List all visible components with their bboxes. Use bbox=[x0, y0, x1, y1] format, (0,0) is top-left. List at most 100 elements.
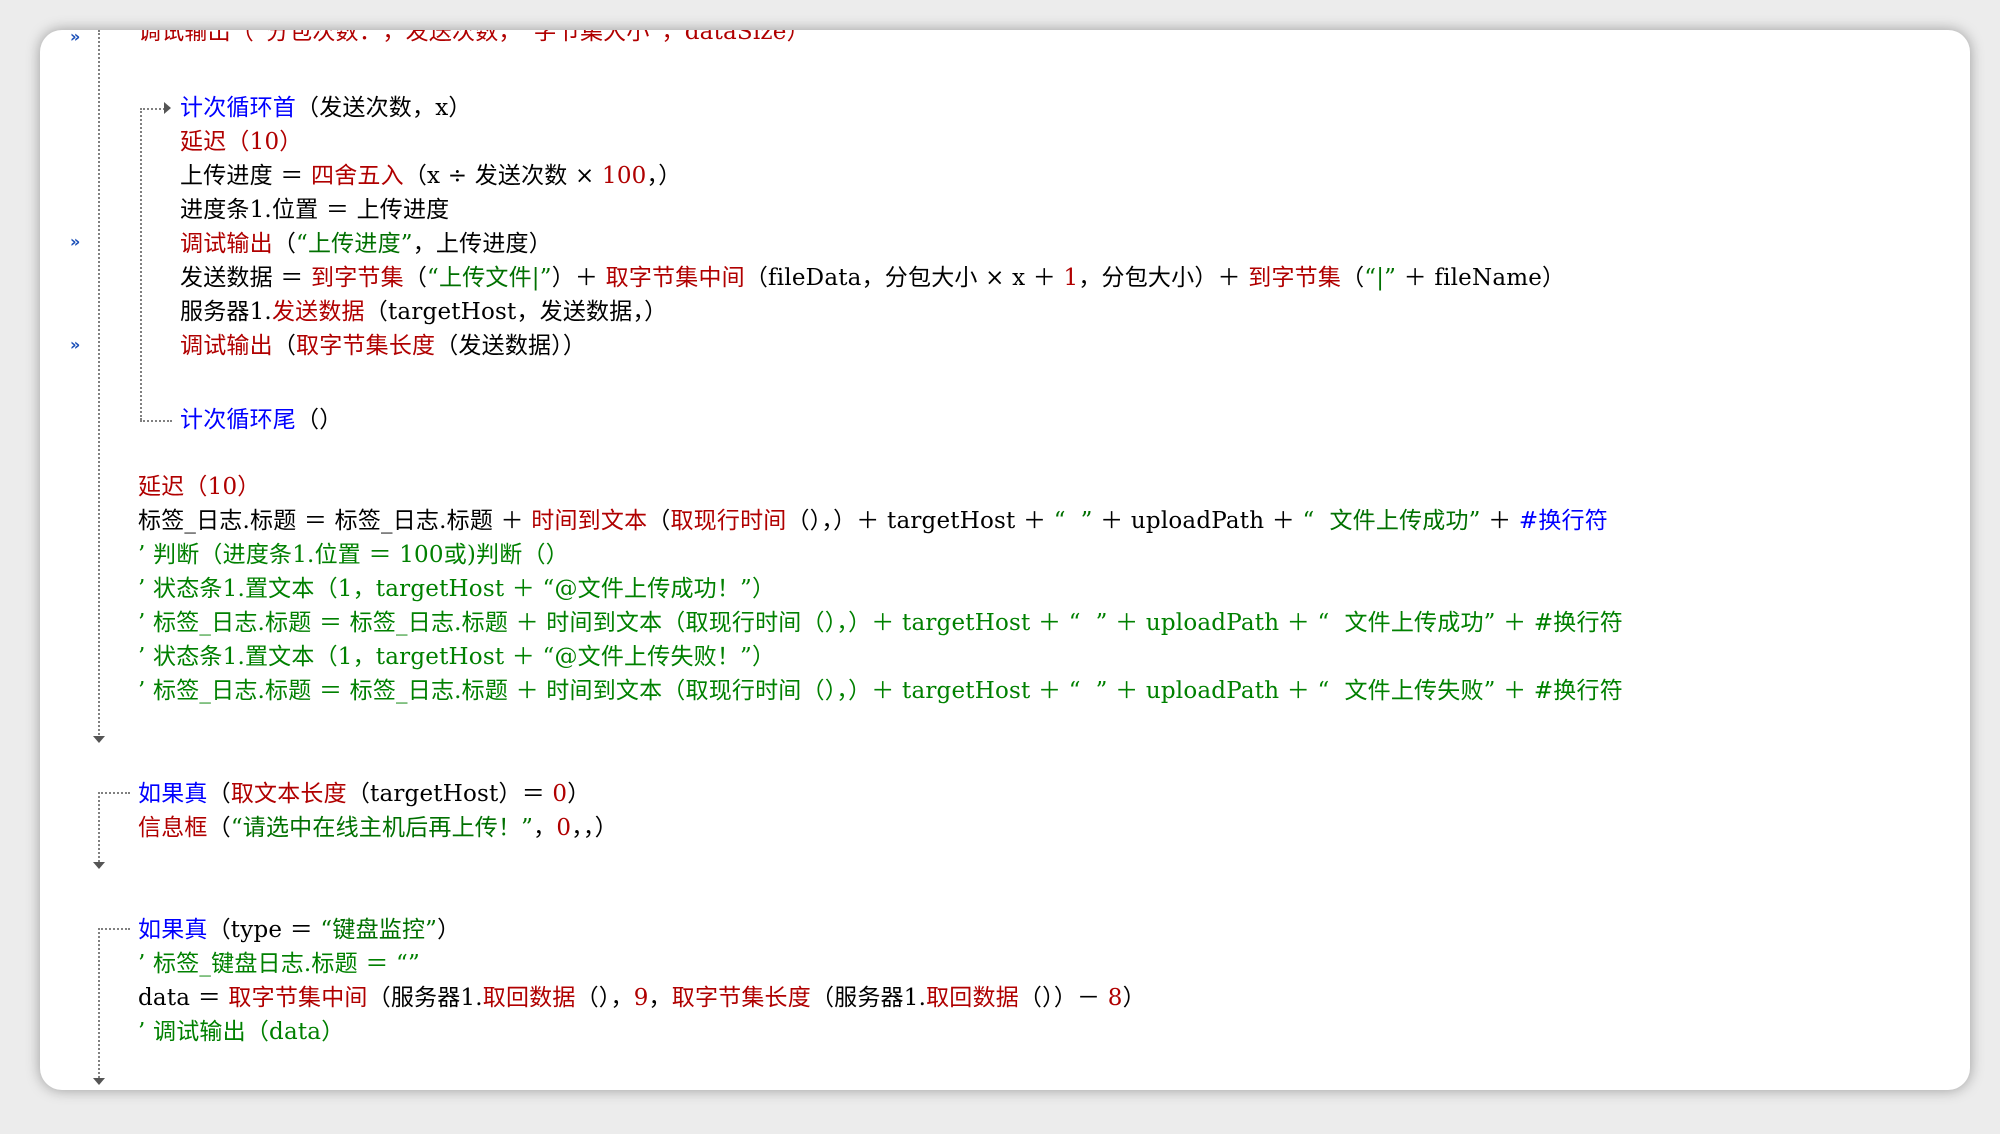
code-token: 计次循环尾 bbox=[180, 407, 296, 433]
code-token: data ＝ bbox=[138, 985, 229, 1011]
code-token: ） bbox=[1122, 985, 1146, 1011]
code-token: 取字节集长度 bbox=[296, 333, 436, 359]
code-token: （ bbox=[647, 508, 671, 534]
code-token: ’ 调试输出（data） bbox=[138, 1019, 345, 1045]
code-line[interactable]: 信息框（“请选中在线主机后再上传！”，0，，） bbox=[138, 811, 618, 845]
code-token: 时间到文本 bbox=[531, 508, 648, 534]
if-block-guide-1 bbox=[98, 792, 100, 862]
code-token: 标签_日志.标题 ＝ 标签_日志.标题 ＋ bbox=[138, 508, 532, 534]
code-line[interactable]: 延迟（10） bbox=[138, 470, 260, 504]
outer-block-guide bbox=[98, 30, 100, 735]
code-token: ，分包大小）＋ bbox=[1078, 265, 1249, 291]
code-line[interactable]: ’ 状态条1.置文本（1，targetHost ＋ “@文件上传成功！”） bbox=[138, 572, 775, 606]
if-block-connector-2 bbox=[98, 928, 130, 930]
code-line[interactable]: ’ 标签_键盘日志.标题 ＝ “” bbox=[138, 947, 420, 981]
code-token: “键盘监控” bbox=[320, 917, 438, 943]
code-token: ） bbox=[437, 917, 461, 943]
loop-expand-arrow-icon bbox=[164, 102, 171, 114]
code-token: （发送数据）） bbox=[435, 333, 587, 359]
code-token: （服务器1. bbox=[367, 985, 483, 1011]
code-token: （ bbox=[207, 781, 231, 807]
code-token: “上传进度” bbox=[296, 231, 413, 257]
if-block-end-arrow-icon-2 bbox=[93, 1078, 105, 1085]
code-token: ＋ uploadPath ＋ bbox=[1092, 508, 1303, 534]
code-token: 四舍五入 bbox=[311, 163, 404, 189]
code-token: ’ 标签_日志.标题 ＝ 标签_日志.标题 ＋ 时间到文本（取现行时间（），）＋… bbox=[138, 678, 1623, 704]
code-token: ，，） bbox=[571, 815, 618, 841]
code-token: ，上传进度） bbox=[412, 231, 552, 257]
breakpoint-marker-icon[interactable]: » bbox=[70, 335, 80, 354]
code-line[interactable]: 调试输出（“上传进度”，上传进度） bbox=[180, 227, 552, 261]
breakpoint-marker-icon[interactable]: » bbox=[70, 232, 80, 251]
loop-block-guide bbox=[140, 108, 142, 420]
code-token: （10） bbox=[226, 129, 303, 155]
code-token: 发送数据 bbox=[271, 299, 365, 325]
if-block-end-arrow-icon-1 bbox=[93, 862, 105, 869]
code-token: 如果真 bbox=[138, 781, 208, 807]
code-token: ， bbox=[533, 815, 557, 841]
code-area[interactable]: » » » 调试输出（“分包次数：”，发送次数，“字节集大小”，dataSize… bbox=[40, 30, 1970, 1090]
code-token: 取回数据 bbox=[482, 985, 576, 1011]
code-token: ）＋ bbox=[551, 265, 606, 291]
code-token: 延迟 bbox=[138, 474, 185, 500]
code-token: （发送次数，x） bbox=[296, 95, 472, 121]
code-editor-window: » » » 调试输出（“分包次数：”，发送次数，“字节集大小”，dataSize… bbox=[40, 30, 1970, 1090]
code-token: （ bbox=[403, 265, 428, 291]
code-token: ’ 判断（进度条1.位置 ＝ 100或)判断（） bbox=[138, 542, 569, 568]
code-line[interactable]: ’ 判断（进度条1.位置 ＝ 100或)判断（） bbox=[138, 538, 569, 572]
code-line[interactable]: 标签_日志.标题 ＝ 标签_日志.标题 ＋ 时间到文本（取现行时间（），）＋ t… bbox=[138, 504, 1608, 538]
code-token: 调试输出 bbox=[180, 333, 273, 359]
code-token: （ bbox=[272, 333, 297, 359]
code-token: “ 文件上传成功” bbox=[1302, 508, 1481, 534]
code-line[interactable]: 调试输出（取字节集长度（发送数据）） bbox=[180, 329, 586, 363]
code-line[interactable]: 延迟（10） bbox=[180, 125, 302, 159]
code-token: （ bbox=[207, 815, 231, 841]
code-token: 调试输出（“分包次数：”，发送次数，“字节集大小”，dataSize） bbox=[138, 30, 810, 45]
code-token: 1 bbox=[1063, 265, 1079, 291]
code-line[interactable]: ’ 标签_日志.标题 ＝ 标签_日志.标题 ＋ 时间到文本（取现行时间（），）＋… bbox=[138, 674, 1623, 708]
code-token: （）， bbox=[575, 985, 634, 1011]
code-token: 取字节集中间 bbox=[605, 265, 745, 291]
code-token: （ bbox=[272, 231, 297, 257]
code-line[interactable]: ’ 标签_日志.标题 ＝ 标签_日志.标题 ＋ 时间到文本（取现行时间（），）＋… bbox=[138, 606, 1623, 640]
if-block-connector-1 bbox=[98, 792, 130, 794]
code-token: （10） bbox=[184, 474, 261, 500]
code-token: “|” bbox=[1364, 265, 1397, 291]
code-token: 延迟 bbox=[180, 129, 227, 155]
code-line[interactable]: 进度条1.位置 ＝ 上传进度 bbox=[180, 193, 449, 227]
code-token: （））－ bbox=[1018, 985, 1108, 1011]
code-token: （targetHost）＝ bbox=[346, 781, 553, 807]
code-line[interactable]: 如果真（type ＝ “键盘监控”） bbox=[138, 913, 460, 947]
code-token: ＋ fileName） bbox=[1396, 265, 1566, 291]
breakpoint-marker-icon[interactable]: » bbox=[70, 30, 80, 46]
code-token: 取字节集长度 bbox=[671, 985, 811, 1011]
code-token: ’ 标签_键盘日志.标题 ＝ “” bbox=[138, 951, 420, 977]
code-line[interactable]: 调试输出（“分包次数：”，发送次数，“字节集大小”，dataSize） bbox=[138, 30, 810, 49]
code-line[interactable]: 计次循环尾（） bbox=[180, 403, 342, 437]
code-token: （fileData，分包大小 × x ＋ bbox=[744, 265, 1064, 291]
code-token: 上传进度 ＝ bbox=[180, 163, 312, 189]
code-token: ’ 状态条1.置文本（1，targetHost ＋ “@文件上传成功！”） bbox=[138, 576, 776, 602]
code-token: 取字节集中间 bbox=[228, 985, 368, 1011]
code-token: 0 bbox=[552, 781, 568, 807]
code-token: “上传文件|” bbox=[427, 265, 552, 291]
code-token: 100 bbox=[602, 163, 647, 189]
code-line[interactable]: 上传进度 ＝ 四舍五入（x ÷ 发送次数 × 100，） bbox=[180, 159, 681, 193]
code-token: （） bbox=[296, 407, 343, 433]
code-line[interactable]: ’ 状态条1.置文本（1，targetHost ＋ “@文件上传失败！”） bbox=[138, 640, 775, 674]
code-line[interactable]: ’ 调试输出（data） bbox=[138, 1015, 344, 1049]
loop-end-connector bbox=[140, 420, 172, 422]
code-token: ’ 状态条1.置文本（1，targetHost ＋ “@文件上传失败！”） bbox=[138, 644, 776, 670]
code-token: “请选中在线主机后再上传！” bbox=[230, 815, 534, 841]
code-line[interactable]: 如果真（取文本长度（targetHost）＝ 0） bbox=[138, 777, 590, 811]
code-line[interactable]: 发送数据 ＝ 到字节集（“上传文件|”）＋ 取字节集中间（fileData，分包… bbox=[180, 261, 1565, 295]
code-token: 取文本长度 bbox=[230, 781, 347, 807]
code-token: ，） bbox=[646, 163, 682, 189]
code-token: （targetHost，发送数据，） bbox=[364, 299, 668, 325]
code-line[interactable]: 服务器1.发送数据（targetHost，发送数据，） bbox=[180, 295, 667, 329]
code-line[interactable]: data ＝ 取字节集中间（服务器1.取回数据（），9，取字节集长度（服务器1.… bbox=[138, 981, 1146, 1015]
if-block-guide-2 bbox=[98, 928, 100, 1078]
code-token: 信息框 bbox=[138, 815, 208, 841]
code-token: 8 bbox=[1107, 985, 1123, 1011]
code-line[interactable]: 计次循环首（发送次数，x） bbox=[180, 91, 472, 125]
